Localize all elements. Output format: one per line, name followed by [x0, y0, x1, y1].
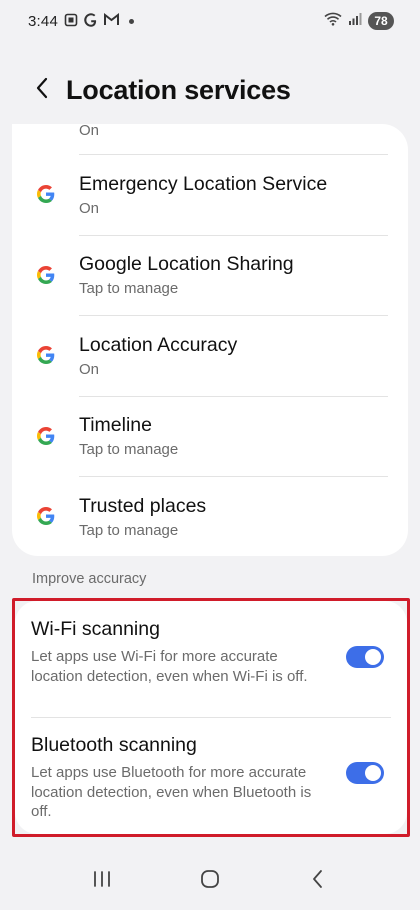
divider	[79, 315, 388, 316]
divider	[79, 395, 388, 397]
toggle-knob	[365, 765, 381, 781]
improve-accuracy-card: Wi-Fi scanning Let apps use Wi-Fi for mo…	[15, 601, 407, 834]
list-item-timeline[interactable]: Timeline Tap to manage	[12, 395, 408, 477]
list-item-trusted-places[interactable]: Trusted places Tap to manage	[12, 476, 408, 556]
toggle-knob	[365, 649, 381, 665]
app-header: Location services	[0, 60, 420, 120]
list-item-subtitle: Tap to manage	[79, 441, 179, 459]
back-button[interactable]	[14, 62, 70, 118]
wifi-scanning-toggle[interactable]	[346, 646, 384, 668]
switch-item-text: Bluetooth scanning Let apps use Bluetoot…	[31, 733, 321, 822]
list-item-text: Emergency Location Service On	[79, 172, 327, 217]
back-icon	[311, 869, 325, 894]
notification-dot-icon	[129, 18, 134, 24]
list-item-title: Emergency Location Service	[79, 172, 328, 195]
gmail-icon	[104, 12, 119, 29]
bluetooth-scanning-item[interactable]: Bluetooth scanning Let apps use Bluetoot…	[15, 717, 407, 833]
status-time: 3:44	[28, 12, 58, 30]
location-services-list: On Emergency Location Service On Google …	[12, 124, 408, 556]
divider	[79, 154, 388, 155]
list-item-title: Trusted places	[79, 494, 207, 517]
divider	[79, 476, 388, 477]
switch-item-description: Let apps use Wi-Fi for more accurate loc…	[31, 648, 308, 685]
signal-icon	[348, 12, 362, 30]
list-item-location-accuracy[interactable]: Location Accuracy On	[12, 315, 408, 396]
recents-icon	[92, 870, 112, 893]
status-bar: 3:44 78	[0, 0, 420, 42]
navigation-bar	[0, 852, 420, 910]
section-header-improve-accuracy: Improve accuracy	[32, 571, 147, 587]
wifi-icon	[324, 12, 342, 30]
google-icon	[84, 12, 98, 30]
home-button[interactable]	[180, 857, 240, 905]
switch-item-text: Wi-Fi scanning Let apps use Wi-Fi for mo…	[31, 617, 321, 686]
list-item-subtitle: On	[79, 360, 100, 378]
google-g-icon	[34, 504, 58, 528]
chevron-left-icon	[35, 77, 49, 104]
list-item-google-location-sharing[interactable]: Google Location Sharing Tap to manage	[12, 234, 408, 316]
list-item-emergency-location-service[interactable]: Emergency Location Service On	[12, 154, 408, 235]
home-icon	[199, 868, 221, 895]
battery-indicator: 78	[368, 12, 394, 30]
list-item-text: Location Accuracy On	[79, 333, 237, 378]
list-item-title: Google Location Sharing	[79, 253, 294, 276]
list-item-subtitle: Tap to manage	[79, 521, 179, 539]
list-item-text: Timeline Tap to manage	[79, 413, 178, 458]
divider	[79, 234, 388, 236]
status-right: 78	[324, 12, 394, 30]
divider	[31, 717, 391, 718]
screenshot-icon	[64, 13, 78, 30]
google-g-icon	[34, 343, 58, 367]
list-item-subtitle: On	[79, 124, 100, 139]
list-item-subtitle: On	[79, 199, 100, 217]
page-title: Location services	[66, 74, 291, 105]
bluetooth-scanning-toggle[interactable]	[346, 762, 384, 784]
google-g-icon	[34, 263, 58, 287]
google-g-icon	[34, 424, 58, 448]
nav-back-button[interactable]	[288, 857, 348, 905]
recents-button[interactable]	[72, 857, 132, 905]
status-left: 3:44	[28, 13, 134, 30]
list-item-text: Trusted places Tap to manage	[79, 494, 206, 539]
list-item-text: Google Location Sharing Tap to manage	[79, 252, 294, 297]
list-item-partial[interactable]: On	[12, 124, 408, 154]
list-item-subtitle: Tap to manage	[79, 280, 179, 298]
list-item-title: Location Accuracy	[79, 333, 238, 356]
switch-item-title: Wi-Fi scanning	[31, 618, 160, 640]
switch-item-description: Let apps use Bluetooth for more accurate…	[31, 764, 312, 820]
list-item-title: Timeline	[79, 414, 152, 437]
wifi-scanning-item[interactable]: Wi-Fi scanning Let apps use Wi-Fi for mo…	[15, 601, 407, 717]
google-g-icon	[34, 182, 58, 206]
switch-item-title: Bluetooth scanning	[31, 734, 197, 756]
